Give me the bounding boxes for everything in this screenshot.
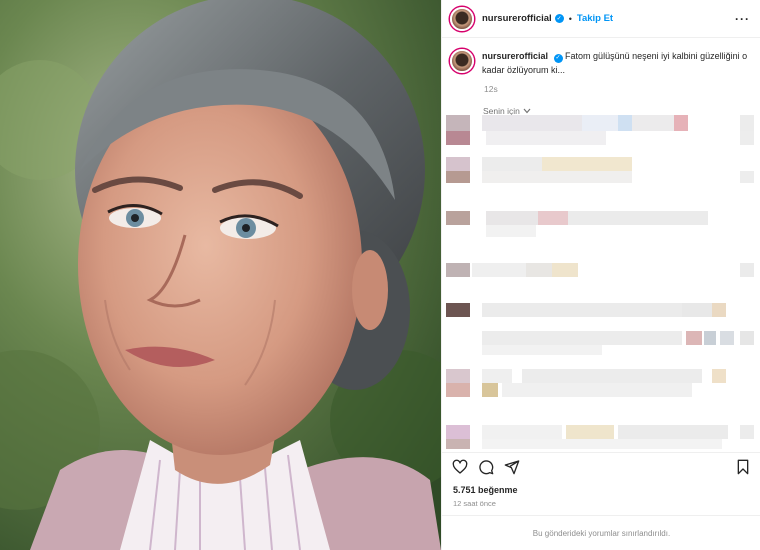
pixelated-block	[686, 331, 702, 345]
share-icon[interactable]	[504, 459, 520, 475]
pixelated-block	[482, 383, 498, 397]
pixelated-block	[522, 369, 702, 383]
pixelated-block	[482, 171, 632, 183]
pixelated-block	[674, 115, 688, 131]
pixelated-block	[446, 263, 470, 277]
comments-limited-notice: Bu gönderideki yorumlar sınırlandırıldı.	[442, 515, 760, 550]
post-timestamp: 12 saat önce	[453, 499, 496, 508]
pixelated-block	[740, 115, 754, 131]
post-side-panel: nursurerofficial ✓ • Takip Et ··· nursur…	[441, 0, 760, 550]
pixelated-block	[618, 425, 728, 439]
pixelated-block	[486, 131, 606, 145]
pixelated-block	[740, 131, 754, 145]
caption-time: 12s	[484, 84, 498, 94]
heart-icon[interactable]	[452, 459, 468, 475]
pixelated-block	[482, 157, 542, 171]
pixelated-block	[740, 171, 754, 183]
pixelated-block	[740, 263, 754, 277]
separator-dot: •	[568, 13, 572, 24]
header-username[interactable]: nursurerofficial	[482, 13, 552, 24]
comment-icon[interactable]	[478, 459, 494, 475]
pixelated-comments	[442, 113, 760, 451]
more-options-icon[interactable]: ···	[735, 12, 750, 26]
pixelated-block	[704, 331, 716, 345]
pixelated-block	[446, 439, 470, 449]
pixelated-block	[446, 171, 470, 183]
pixelated-block	[446, 303, 470, 317]
pixelated-block	[502, 383, 692, 397]
post-photo[interactable]	[0, 0, 441, 550]
follow-button[interactable]: Takip Et	[577, 13, 613, 24]
pixelated-block	[712, 369, 726, 383]
post-header: nursurerofficial ✓ • Takip Et ···	[442, 0, 760, 38]
pixelated-block	[446, 369, 470, 383]
pixelated-block	[446, 131, 470, 145]
pixelated-block	[538, 211, 568, 225]
portrait-illustration	[0, 0, 441, 550]
pixelated-block	[472, 263, 532, 277]
pixelated-block	[566, 425, 614, 439]
likes-count[interactable]: 5.751 beğenme	[453, 485, 518, 495]
pixelated-block	[740, 425, 754, 439]
pixelated-block	[542, 157, 632, 171]
pixelated-block	[482, 369, 512, 383]
pixelated-block	[482, 439, 722, 449]
pixelated-block	[720, 331, 734, 345]
post-actions	[442, 452, 760, 480]
pixelated-block	[486, 225, 536, 237]
bookmark-icon[interactable]	[735, 459, 751, 475]
pixelated-block	[446, 425, 470, 439]
pixelated-block	[446, 157, 470, 171]
avatar[interactable]	[450, 6, 474, 31]
pixelated-block	[446, 211, 470, 225]
pixelated-block	[740, 331, 754, 345]
pixelated-block	[482, 345, 602, 355]
caption-body: nursurerofficial ✓ Fatom gülüşünü neşeni…	[482, 49, 750, 77]
pixelated-block	[568, 211, 708, 225]
comments-limited-text: Bu gönderideki yorumlar sınırlandırıldı.	[532, 528, 671, 538]
pixelated-block	[482, 303, 682, 317]
pixelated-block	[552, 263, 578, 277]
pixelated-block	[486, 211, 546, 225]
pixelated-block	[446, 383, 470, 397]
caption-avatar[interactable]	[450, 49, 474, 73]
pixelated-block	[482, 425, 562, 439]
verified-badge-icon: ✓	[553, 53, 563, 63]
pixelated-block	[712, 303, 726, 317]
pixelated-block	[618, 115, 632, 131]
caption-username[interactable]: nursurerofficial	[482, 51, 548, 61]
pixelated-block	[446, 115, 470, 131]
pixelated-block	[482, 331, 682, 345]
pixelated-block	[482, 115, 582, 131]
caption: nursurerofficial ✓ Fatom gülüşünü neşeni…	[442, 38, 760, 77]
pixelated-block	[582, 115, 622, 131]
verified-badge-icon: ✓	[554, 14, 564, 23]
